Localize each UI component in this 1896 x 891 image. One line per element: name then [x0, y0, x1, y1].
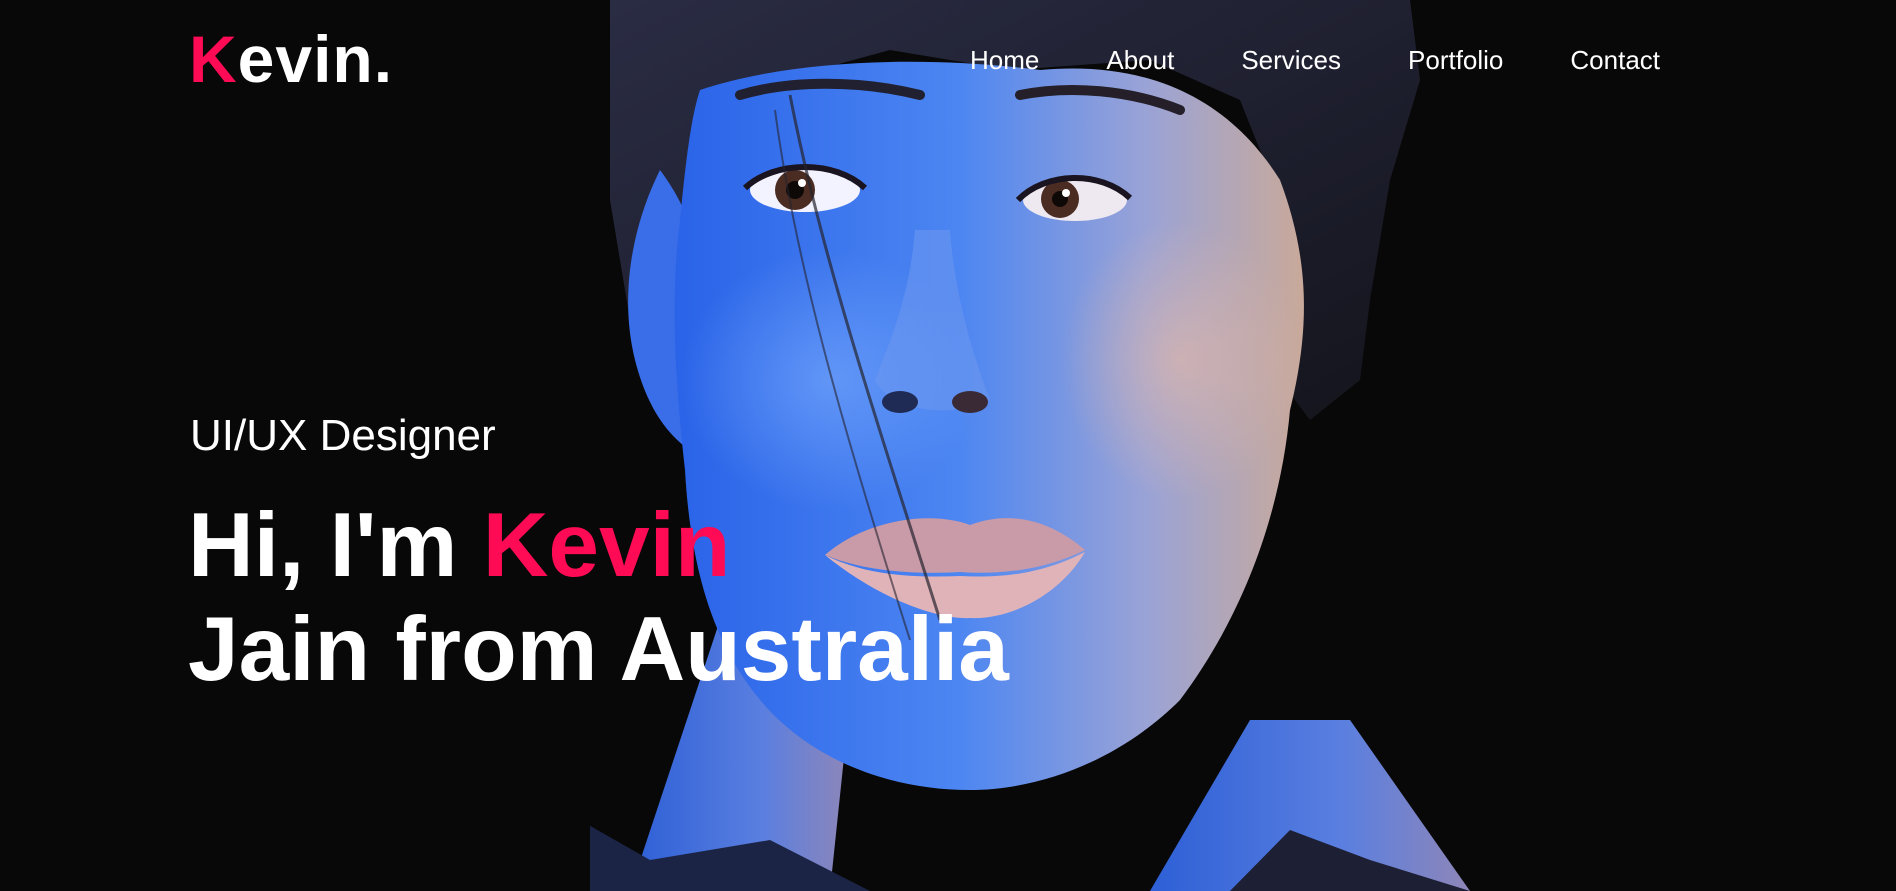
- hero-subtitle: UI/UX Designer: [190, 411, 496, 460]
- logo-accent-letter: K: [189, 22, 238, 96]
- hero-headline: Hi, I'm Kevin Jain from Australia: [188, 494, 1009, 702]
- nav-link-contact[interactable]: Contact: [1570, 42, 1660, 78]
- hero-section: Kevin. Home About Services Portfolio Con…: [0, 0, 1896, 891]
- site-logo[interactable]: Kevin.: [189, 18, 393, 100]
- logo-text: evin.: [237, 22, 394, 96]
- nav-item-about: About: [1106, 42, 1174, 78]
- headline-line-2: Jain from Australia: [188, 599, 1009, 700]
- nav-item-contact: Contact: [1570, 42, 1660, 78]
- hero-portrait-image: [590, 0, 1470, 891]
- top-navigation: Kevin. Home About Services Portfolio Con…: [0, 0, 1896, 120]
- nav-link-services[interactable]: Services: [1241, 42, 1341, 78]
- nav-item-portfolio: Portfolio: [1408, 42, 1503, 78]
- headline-name: Kevin: [482, 495, 731, 596]
- nav-link-portfolio[interactable]: Portfolio: [1408, 42, 1503, 78]
- headline-greeting: Hi, I'm: [188, 495, 483, 596]
- nav-menu: Home About Services Portfolio Contact: [970, 42, 1660, 78]
- nav-item-services: Services: [1241, 42, 1341, 78]
- nav-link-home[interactable]: Home: [970, 42, 1039, 78]
- nav-item-home: Home: [970, 42, 1039, 78]
- nav-link-about[interactable]: About: [1106, 42, 1174, 78]
